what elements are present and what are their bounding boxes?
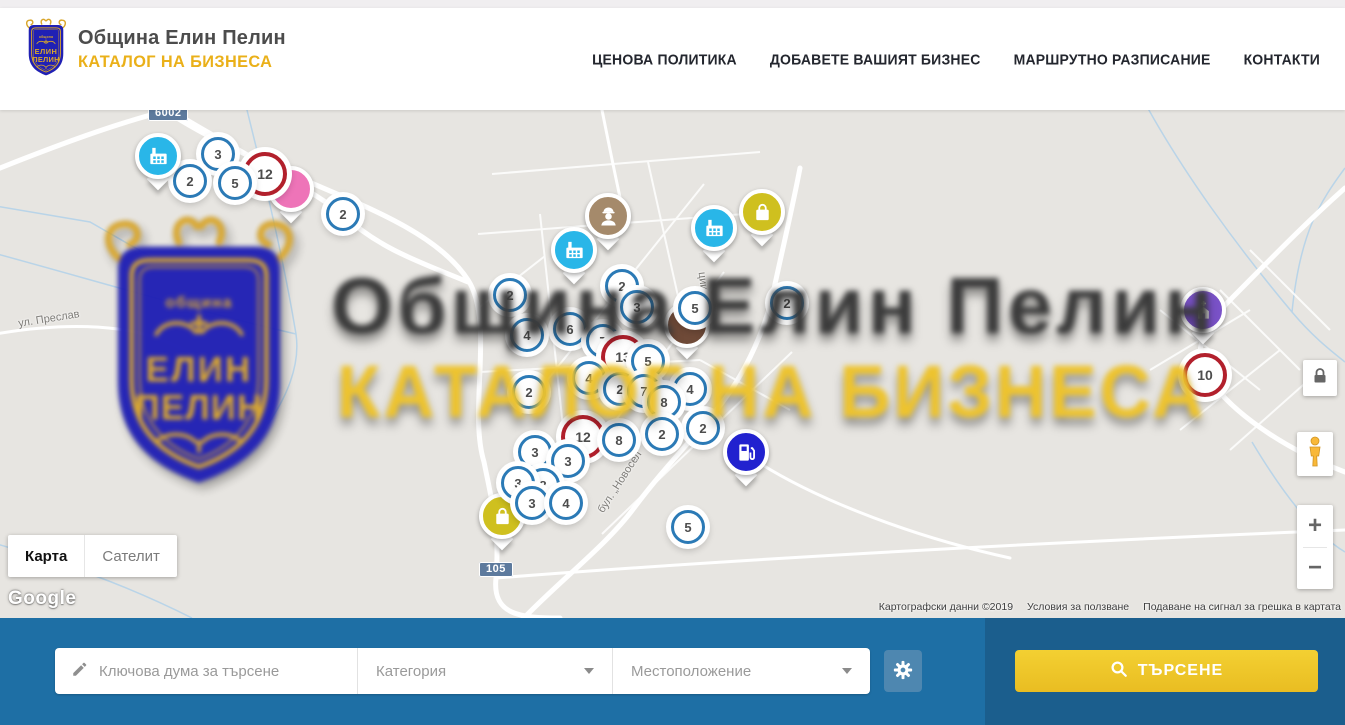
cluster-marker[interactable]: 3 [515,486,549,520]
cluster-marker[interactable]: 5 [218,166,252,200]
svg-text:община: община [39,35,53,39]
cluster-marker[interactable]: 6 [553,312,587,346]
cluster-marker[interactable]: 4 [549,486,583,520]
main-nav: ЦЕНОВА ПОЛИТИКА ДОБАВЕТЕ ВАШИЯТ БИЗНЕС М… [592,8,1320,110]
cluster-marker[interactable]: 3 [518,435,552,469]
search-button[interactable]: ТЪРСЕНЕ [1015,650,1318,692]
location-select-label: Местоположение [631,663,751,680]
factory-icon [551,227,597,273]
advanced-options-button[interactable] [884,650,922,692]
church-icon [1180,287,1226,333]
top-strip [0,0,1345,8]
nav-item-pricing[interactable]: ЦЕНОВА ПОЛИТИКА [592,50,737,67]
search-button-label: ТЪРСЕНЕ [1138,662,1223,680]
site-logo[interactable]: община ЕЛИН ПЕЛИН Община Елин Пелин КАТА… [22,17,286,81]
road-badge: 105 [479,562,513,577]
category-select[interactable]: Категория [358,648,613,694]
cluster-marker[interactable]: 5 [671,510,705,544]
cluster-marker[interactable]: 8 [602,423,636,457]
keyword-input[interactable] [99,663,347,680]
google-logo[interactable]: Google [8,588,76,610]
pin-marker-factory[interactable] [551,227,597,273]
site-title: Община Елин Пелин [78,27,286,50]
report-error-link[interactable]: Подаване на сигнал за грешка в картата [1143,601,1341,613]
cluster-marker[interactable]: 8 [647,385,681,419]
cluster-marker[interactable]: 2 [512,375,546,409]
nav-item-route-schedule[interactable]: МАРШРУТНО РАЗПИСАНИЕ [1014,50,1211,67]
cluster-marker[interactable]: 2 [686,411,720,445]
map-type-control: Карта Сателит [8,535,177,577]
cluster-marker[interactable]: 5 [631,344,665,378]
search-controls: Категория Местоположение [55,648,870,694]
cluster-marker[interactable]: 2 [645,417,679,451]
map-data-copyright: Картографски данни ©2019 [879,601,1013,613]
site-subtitle: КАТАЛОГ НА БИЗНЕСА [78,52,277,72]
zoom-out-button[interactable]: − [1297,547,1333,589]
nav-item-add-business[interactable]: ДОБАВЕТЕ ВАШИЯТ БИЗНЕС [770,50,981,67]
road-badge: 6002 [148,110,188,121]
pegman-control[interactable] [1297,432,1333,476]
zoom-control: + − [1297,505,1333,589]
cluster-marker[interactable]: 4 [510,318,544,352]
map-canvas[interactable]: 6002 105 ул. Преслав бул. „Новосел ции“ … [0,110,1345,618]
gear-icon [892,659,914,684]
map-type-satellite-button[interactable]: Сателит [84,535,177,577]
search-bar: Категория Местоположение ТЪРСЕНЕ [0,618,1345,725]
chevron-down-icon [584,668,594,674]
cluster-marker[interactable]: 3 [620,290,654,324]
pin-marker-bag[interactable] [739,189,785,235]
lock-control[interactable] [1303,360,1337,396]
bag-icon [739,189,785,235]
factory-icon [691,205,737,251]
cluster-marker[interactable]: 4 [572,361,606,395]
lock-icon [1313,368,1327,389]
search-icon [1110,660,1128,683]
pin-marker-church[interactable] [1180,287,1226,333]
pin-marker-factory[interactable] [135,133,181,179]
cluster-marker[interactable]: 5 [678,291,712,325]
pencil-icon [71,660,89,683]
cluster-marker[interactable]: 2 [493,278,527,312]
cluster-marker[interactable]: 2 [326,197,360,231]
map-attribution: Картографски данни ©2019 Условия за полз… [879,601,1341,613]
municipality-crest-logo: община ЕЛИН ПЕЛИН [22,17,70,81]
factory-icon [135,133,181,179]
svg-text:ПЕЛИН: ПЕЛИН [32,55,59,64]
fuel-icon [723,429,769,475]
cluster-marker[interactable]: 3 [551,444,585,478]
pegman-icon [1303,436,1327,473]
location-select[interactable]: Местоположение [613,648,870,694]
cluster-marker[interactable]: 10 [1183,353,1227,397]
cluster-marker[interactable]: 2 [770,286,804,320]
terms-link[interactable]: Условия за ползване [1027,601,1129,613]
pin-marker-fuel[interactable] [723,429,769,475]
category-select-label: Категория [376,663,446,680]
svg-text:ЕЛИН: ЕЛИН [35,47,58,56]
map-type-map-button[interactable]: Карта [8,535,84,577]
keyword-cell [55,648,358,694]
chevron-down-icon [842,668,852,674]
zoom-in-button[interactable]: + [1297,505,1333,547]
pin-marker-factory[interactable] [691,205,737,251]
nav-item-contacts[interactable]: КОНТАКТИ [1244,50,1320,67]
header: община ЕЛИН ПЕЛИН Община Елин Пелин КАТА… [0,8,1345,110]
